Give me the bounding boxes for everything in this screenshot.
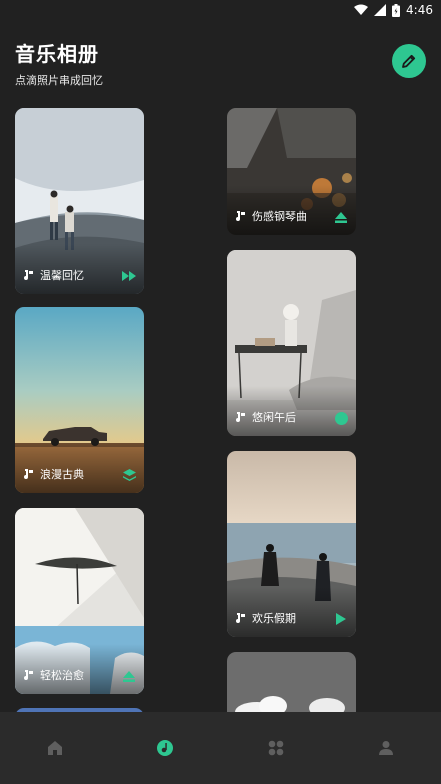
music-note-icon xyxy=(24,270,33,280)
card-label: 欢乐假期 xyxy=(252,612,296,625)
album-card-relaxing-healing[interactable]: 轻松治愈 xyxy=(15,508,144,694)
card-action[interactable] xyxy=(334,613,348,625)
card-label: 浪漫古典 xyxy=(40,468,84,481)
card-label: 悠闲午后 xyxy=(252,411,296,424)
wifi-icon xyxy=(354,4,369,15)
card-action[interactable] xyxy=(122,270,136,282)
card-action[interactable] xyxy=(122,469,136,481)
music-note-icon xyxy=(24,469,33,479)
eject-icon xyxy=(123,670,135,682)
play-icon xyxy=(336,613,346,625)
signal-icon xyxy=(374,4,387,16)
card-action[interactable] xyxy=(334,211,348,223)
pencil-icon xyxy=(402,54,416,68)
nav-grid[interactable] xyxy=(266,738,286,758)
album-card-romantic-classic[interactable]: 浪漫古典 xyxy=(15,307,144,493)
bottom-nav xyxy=(0,712,441,784)
card-label: 轻松治愈 xyxy=(40,669,84,682)
nav-music[interactable] xyxy=(155,738,175,758)
card-label: 伤感钢琴曲 xyxy=(252,210,307,223)
page-subtitle: 点滴照片串成回忆 xyxy=(15,74,103,87)
album-card-happy-holiday[interactable]: 欢乐假期 xyxy=(227,451,356,637)
card-action[interactable] xyxy=(122,670,136,682)
music-note-icon xyxy=(24,670,33,680)
card-action[interactable] xyxy=(334,411,348,425)
eject-icon xyxy=(335,211,347,223)
home-icon xyxy=(48,741,62,755)
circle-icon xyxy=(334,411,348,425)
nav-home[interactable] xyxy=(45,738,65,758)
nav-profile[interactable] xyxy=(376,738,396,758)
edit-button[interactable] xyxy=(392,44,426,78)
page-title: 音乐相册 xyxy=(15,42,99,66)
layers-icon xyxy=(122,469,136,481)
album-card-warm-memories[interactable]: 温馨回忆 xyxy=(15,108,144,294)
status-time: 4:46 xyxy=(406,3,433,17)
music-icon xyxy=(157,740,173,756)
music-note-icon xyxy=(236,613,245,623)
album-card-leisurely-afternoon[interactable]: 悠闲午后 xyxy=(227,250,356,436)
card-label: 温馨回忆 xyxy=(40,269,84,282)
album-card-sad-piano[interactable]: 伤感钢琴曲 xyxy=(227,108,356,235)
grid-icon xyxy=(268,740,284,756)
person-icon xyxy=(379,741,393,755)
fast-forward-icon xyxy=(122,271,136,281)
music-note-icon xyxy=(236,211,245,221)
battery-icon xyxy=(392,3,401,17)
status-bar: 4:46 xyxy=(0,0,441,22)
music-note-icon xyxy=(236,412,245,422)
